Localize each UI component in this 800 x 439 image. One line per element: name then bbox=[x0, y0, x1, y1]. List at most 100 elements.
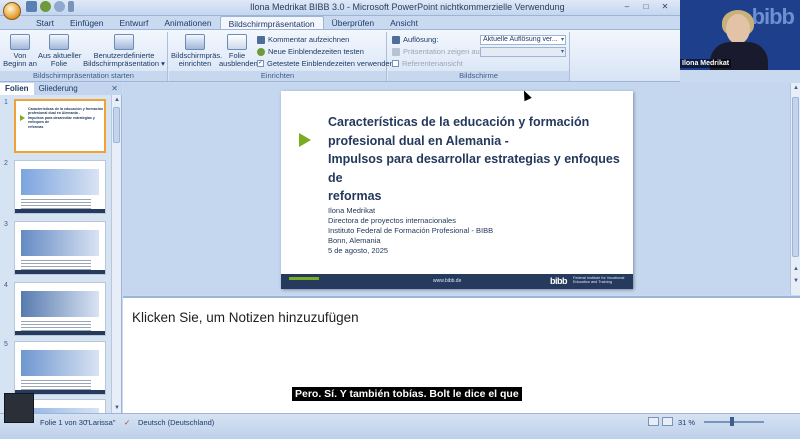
ribbon-tabs: Start Einfügen Entwurf Animationen Bildschir… bbox=[28, 16, 426, 30]
tab-überprüfen[interactable]: Überprüfen bbox=[324, 16, 383, 30]
redo-icon[interactable] bbox=[54, 1, 65, 12]
tab-animationen[interactable]: Animationen bbox=[156, 16, 219, 30]
referentenansicht-label: Referentenansicht bbox=[402, 59, 463, 68]
chevron-down-icon: ▾ bbox=[560, 37, 564, 43]
office-button[interactable] bbox=[3, 2, 21, 20]
window-controls: – □ ✕ bbox=[618, 1, 674, 13]
slides-panel-scrollbar[interactable]: ▲ ▼ bbox=[111, 95, 121, 413]
slide-title-line: profesional dual en Alemania - bbox=[328, 133, 509, 148]
powerpoint-window: Ilona Medrikat BIBB 3.0 - Microsoft Powe… bbox=[0, 0, 800, 439]
tab-bildschirmpräsentation[interactable]: Bildschirmpräsentation bbox=[219, 16, 324, 30]
tab-folien[interactable]: Folien bbox=[0, 83, 34, 95]
ausblenden-label: Folie ausblenden bbox=[219, 51, 258, 68]
slide-thumbnail-row[interactable]: 3 bbox=[2, 221, 110, 277]
next-slide-icon[interactable]: ▼ bbox=[792, 277, 800, 285]
slide-thumbnail-row[interactable]: 2 bbox=[2, 160, 110, 216]
slide-thumbnail[interactable]: Características de la educación y formac… bbox=[14, 99, 106, 153]
minimize-button[interactable]: – bbox=[618, 1, 636, 13]
slide-thumbnail-row[interactable]: 4 bbox=[2, 282, 110, 338]
group-label-starten: Bildschirmpräsentation starten bbox=[0, 71, 167, 81]
slide-counter: Folie 1 von 30 bbox=[40, 418, 88, 427]
kommentar-aufzeichnen-button[interactable]: Kommentar aufzeichnen bbox=[257, 35, 349, 44]
aus-aktueller-folie-button[interactable]: Aus aktueller Folie bbox=[38, 34, 81, 68]
slide-title[interactable]: Características de la educación y formac… bbox=[328, 113, 628, 206]
benutzerdefinierte-label: Benutzerdefinierte Bildschirmpräsentatio… bbox=[83, 51, 165, 68]
group-label-einrichten: Einrichten bbox=[169, 71, 386, 81]
aufloesung-value: Aktuelle Auflösung ver... bbox=[483, 36, 558, 43]
bildschirmpraes-einrichten-button[interactable]: Bildschirmpräs. einrichten bbox=[171, 34, 222, 68]
spellcheck-icon[interactable]: ✓ bbox=[124, 418, 130, 427]
thumb-content bbox=[21, 291, 99, 317]
praesentation-dropdown[interactable]: ▾ bbox=[480, 47, 566, 57]
thumb-title-line: Impulsos para desarrollar estrategias y … bbox=[28, 115, 95, 125]
slide-thumbnail[interactable] bbox=[14, 282, 106, 336]
chevron-down-icon: ▾ bbox=[560, 49, 564, 55]
slide-title-line: Impulsos para desarrollar estrategias y … bbox=[328, 152, 620, 185]
thumb-footer bbox=[15, 331, 105, 335]
scroll-thumb[interactable] bbox=[792, 97, 799, 257]
group-bildschirmpraesentation-starten: Von Beginn an Aus aktueller Folie Benutz… bbox=[0, 32, 168, 81]
slides-panel-tabs: Folien Gliederung bbox=[0, 83, 122, 95]
benutzerdefinierte-button[interactable]: Benutzerdefinierte Bildschirmpräsentatio… bbox=[82, 34, 166, 68]
getestete-einblendezeiten-checkbox[interactable]: ✓ Getestete Einblendezeiten verwenden bbox=[257, 59, 394, 68]
slide-thumbnail[interactable] bbox=[14, 160, 106, 214]
praesentation-zeigen-label-row: Präsentation zeigen auf: bbox=[392, 47, 484, 56]
thumb-text-lines bbox=[21, 321, 91, 331]
slide-body-line: Bonn, Alemania bbox=[328, 236, 381, 245]
undo-icon[interactable] bbox=[40, 1, 51, 12]
tab-start[interactable]: Start bbox=[28, 16, 62, 30]
window-title: Ilona Medrikat BIBB 3.0 - Microsoft Powe… bbox=[250, 2, 565, 12]
slide-thumbnail-row[interactable]: 5 bbox=[2, 341, 110, 397]
webcam-feed: bibb Ilona Medrikat bbox=[680, 0, 800, 70]
tab-entwurf[interactable]: Entwurf bbox=[112, 16, 157, 30]
close-button[interactable]: ✕ bbox=[656, 1, 674, 13]
customize-qat-icon[interactable] bbox=[68, 1, 74, 12]
subtitle-caption: Pero. Sí. Y también tobías. Bolt le dice… bbox=[292, 387, 522, 401]
slide-sorter-view-icon[interactable] bbox=[662, 417, 673, 426]
checkbox-empty-icon bbox=[392, 60, 399, 67]
zoom-slider-knob[interactable] bbox=[730, 417, 734, 426]
close-icon[interactable]: ✕ bbox=[111, 84, 118, 93]
scroll-thumb[interactable] bbox=[113, 107, 120, 143]
scroll-up-icon[interactable]: ▲ bbox=[792, 84, 800, 92]
slide-thumbnail[interactable] bbox=[14, 221, 106, 275]
scroll-down-icon[interactable]: ▼ bbox=[113, 404, 121, 412]
einblendezeiten-testen-button[interactable]: Neue Einblendezeiten testen bbox=[257, 47, 364, 56]
bibb-logo-text: Federal Institute for Vocational Educati… bbox=[573, 276, 625, 284]
folie-ausblenden-button[interactable]: Folie ausblenden bbox=[219, 34, 258, 68]
timer-icon bbox=[257, 47, 265, 56]
save-icon[interactable] bbox=[26, 1, 37, 12]
referentenansicht-checkbox[interactable]: Referentenansicht bbox=[392, 59, 463, 68]
small-video-thumbnail bbox=[4, 393, 34, 423]
normal-view-icon[interactable] bbox=[648, 417, 659, 426]
tab-einfügen[interactable]: Einfügen bbox=[62, 16, 112, 30]
slide-body-line: 5 de agosto, 2025 bbox=[328, 246, 389, 255]
slide-body[interactable]: Ilona Medrikat Directora de proyectos int… bbox=[328, 206, 493, 256]
thumb-footer bbox=[15, 209, 105, 213]
slides-panel: Folien Gliederung ✕ 1 Características de … bbox=[0, 83, 122, 439]
tab-ansicht[interactable]: Ansicht bbox=[382, 16, 426, 30]
notes-placeholder[interactable]: Klicken Sie, um Notizen hinzuzufügen bbox=[132, 310, 359, 325]
tab-gliederung[interactable]: Gliederung bbox=[34, 83, 83, 95]
slide-thumbnail[interactable] bbox=[14, 341, 106, 395]
aufloesung-dropdown[interactable]: Aktuelle Auflösung ver... ▾ bbox=[480, 35, 566, 45]
von-beginn-button[interactable]: Von Beginn an bbox=[2, 34, 38, 68]
thumb-text-lines bbox=[21, 380, 91, 390]
prev-slide-icon[interactable]: ▲ bbox=[792, 265, 800, 273]
zoom-level[interactable]: 31 % bbox=[678, 418, 695, 427]
slide-area-scrollbar[interactable]: ▲ ▲ ▼ bbox=[790, 83, 800, 295]
hide-slide-icon bbox=[227, 34, 247, 50]
current-slide[interactable]: Características de la educación y formac… bbox=[281, 91, 633, 289]
thumb-title: Características de la educación y formac… bbox=[28, 107, 104, 129]
webcam-background-logo: bibb bbox=[751, 4, 795, 29]
thumb-content bbox=[21, 230, 99, 256]
thumb-text-lines bbox=[21, 260, 91, 270]
language-indicator[interactable]: Deutsch (Deutschland) bbox=[138, 418, 214, 427]
thumb-title-line: reformas bbox=[28, 124, 44, 129]
zoom-slider[interactable] bbox=[704, 421, 764, 423]
slide-arrow-icon bbox=[299, 133, 311, 147]
maximize-button[interactable]: □ bbox=[637, 1, 655, 13]
slide-thumbnail-row[interactable]: 1 Características de la educación y forma… bbox=[2, 99, 110, 155]
thumb-footer bbox=[15, 270, 105, 274]
scroll-up-icon[interactable]: ▲ bbox=[113, 96, 121, 104]
